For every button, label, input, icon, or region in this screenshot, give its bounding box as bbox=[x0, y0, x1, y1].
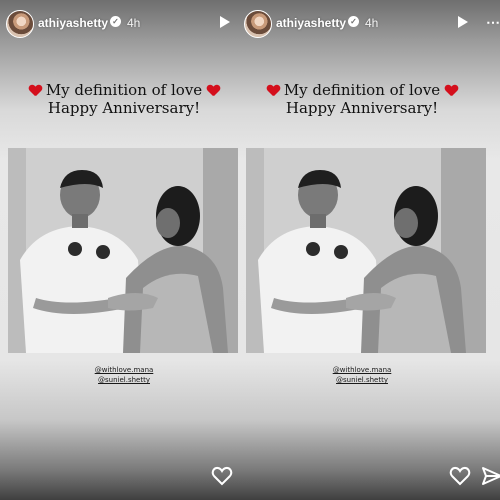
story-footer bbox=[238, 464, 500, 488]
caption-line-1: My definition of love bbox=[283, 81, 441, 99]
vintage-couple-photo bbox=[8, 148, 248, 353]
vintage-couple-photo bbox=[246, 148, 486, 353]
story-caption: My definition of love Happy Anniversary! bbox=[0, 81, 248, 117]
heart-emoji-icon bbox=[207, 85, 219, 96]
caption-line-2: Happy Anniversary! bbox=[285, 99, 439, 117]
username[interactable]: athiyashetty bbox=[38, 16, 108, 30]
story-footer bbox=[0, 464, 248, 488]
heart-emoji-icon bbox=[29, 85, 41, 96]
caption-line-2: Happy Anniversary! bbox=[47, 99, 201, 117]
story-header: athiyashetty ✓ 4h ⋯ bbox=[244, 10, 500, 38]
mention-link[interactable]: @withlove.mana bbox=[0, 365, 248, 375]
heart-emoji-icon bbox=[267, 85, 279, 96]
mentions: @withlove.mana @suniel.shetty bbox=[0, 365, 248, 385]
play-icon[interactable] bbox=[220, 16, 230, 28]
caption-line-1: My definition of love bbox=[45, 81, 203, 99]
username[interactable]: athiyashetty bbox=[276, 16, 346, 30]
post-time: 4h bbox=[365, 16, 379, 30]
verified-badge-icon: ✓ bbox=[110, 16, 121, 27]
story-header: athiyashetty ✓ 4h bbox=[6, 10, 242, 38]
heart-emoji-icon bbox=[445, 85, 457, 96]
mention-link[interactable]: @withlove.mana bbox=[238, 365, 486, 375]
heart-outline-icon[interactable] bbox=[448, 464, 472, 488]
post-time: 4h bbox=[127, 16, 141, 30]
avatar[interactable] bbox=[244, 10, 272, 38]
mention-link[interactable]: @suniel.shetty bbox=[0, 375, 248, 385]
story-photo bbox=[8, 148, 248, 353]
heart-outline-icon[interactable] bbox=[210, 464, 234, 488]
story-photo bbox=[246, 148, 486, 353]
mentions: @withlove.mana @suniel.shetty bbox=[238, 365, 486, 385]
play-icon[interactable] bbox=[458, 16, 468, 28]
story-caption: My definition of love Happy Anniversary! bbox=[238, 81, 486, 117]
verified-badge-icon: ✓ bbox=[348, 16, 359, 27]
avatar[interactable] bbox=[6, 10, 34, 38]
story-panel-left: athiyashetty ✓ 4h My definition of love … bbox=[0, 0, 248, 500]
send-icon[interactable] bbox=[480, 464, 500, 488]
story-panel-right: athiyashetty ✓ 4h ⋯ My definition of lov… bbox=[238, 0, 500, 500]
mention-link[interactable]: @suniel.shetty bbox=[238, 375, 486, 385]
more-icon[interactable]: ⋯ bbox=[486, 14, 500, 31]
